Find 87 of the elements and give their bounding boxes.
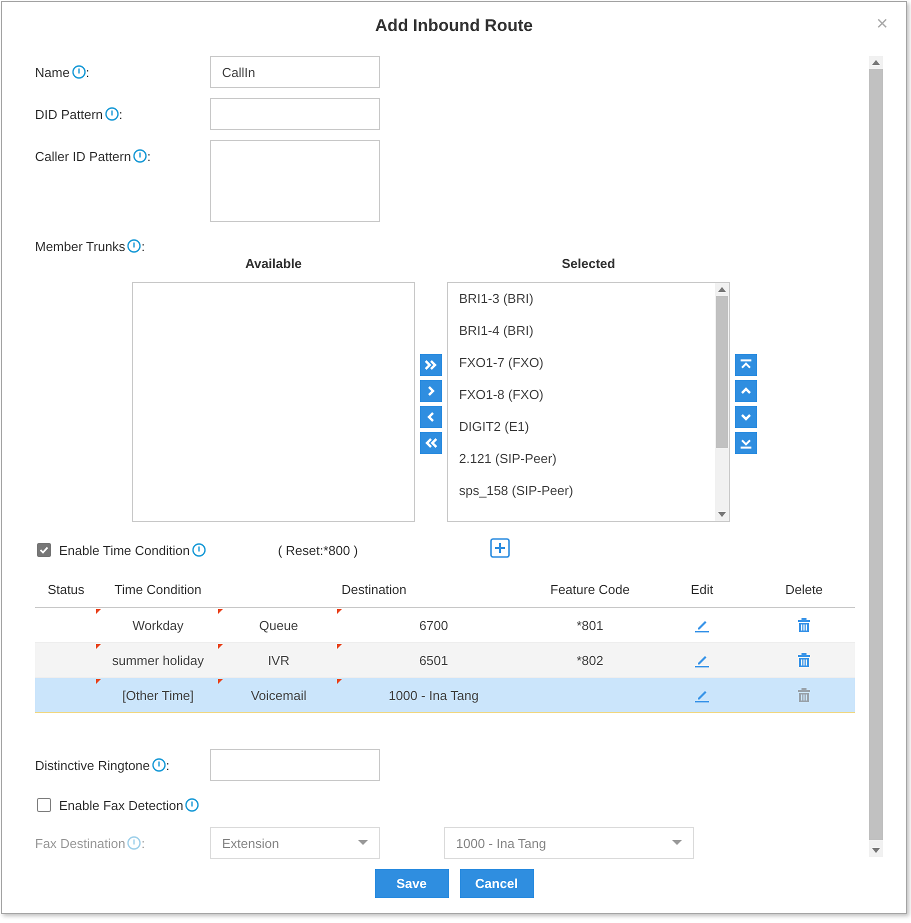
list-heading: Selected: [562, 256, 616, 271]
move-top-button[interactable]: [735, 354, 757, 376]
colon-text: :: [141, 239, 145, 254]
move-all-right-button[interactable]: [420, 354, 442, 376]
checkbox[interactable]: [37, 543, 51, 557]
checkbox-label: Enable Time Condition: [59, 542, 190, 558]
column-header: Status: [35, 572, 97, 608]
corner-marker: [337, 679, 342, 684]
field-label: Member Trunks: [35, 239, 126, 254]
list-item[interactable]: BRI1-4 (BRI): [459, 323, 715, 355]
caret-icon: [358, 840, 368, 846]
checkbox-label: Enable Fax Detection: [59, 798, 184, 812]
move-right-button[interactable]: [420, 380, 442, 402]
column-header: Delete: [753, 572, 855, 608]
move-bottom-button[interactable]: [735, 432, 757, 454]
scroll-down-arrow-icon[interactable]: [872, 848, 880, 853]
list-item[interactable]: DIGIT2 (E1): [459, 419, 715, 451]
corner-marker: [218, 644, 223, 649]
table-cell: summer holiday: [112, 652, 204, 668]
table-cell: *802: [576, 652, 604, 668]
info-icon[interactable]: [192, 543, 206, 557]
list-item[interactable]: FXO1-8 (FXO): [459, 387, 715, 419]
table-cell: 6501: [419, 652, 448, 668]
colon-text: :: [141, 836, 145, 851]
column-header: Destination: [219, 572, 529, 608]
add-icon[interactable]: [490, 538, 510, 558]
corner-marker: [96, 609, 101, 614]
scrollbar[interactable]: [715, 283, 729, 521]
text-area[interactable]: [210, 140, 380, 222]
colon-text: :: [147, 149, 151, 164]
text-input[interactable]: [210, 98, 380, 130]
scroll-up-arrow-icon[interactable]: [718, 287, 726, 292]
checkbox[interactable]: [37, 798, 51, 812]
list-item[interactable]: FXO1-7 (FXO): [459, 355, 715, 387]
field-label: Caller ID Pattern: [35, 149, 132, 164]
scroll-down-arrow-icon[interactable]: [718, 512, 726, 517]
info-icon[interactable]: [152, 758, 166, 772]
list-item[interactable]: BRI1-3 (BRI): [459, 291, 715, 323]
info-icon[interactable]: [133, 149, 148, 163]
colon-text: :: [166, 758, 170, 773]
table-cell: Voicemail: [250, 688, 306, 702]
field-label: Distinctive Ringtone: [35, 758, 150, 773]
table-cell: *801: [576, 618, 604, 632]
table-cell: 6700: [419, 618, 448, 632]
list-heading: Available: [245, 256, 302, 271]
move-up-button[interactable]: [735, 380, 757, 402]
corner-marker: [337, 644, 342, 649]
info-icon[interactable]: [72, 65, 86, 79]
text-input[interactable]: [210, 749, 380, 781]
column-header: Time Condition: [97, 572, 219, 608]
move-down-button[interactable]: [735, 406, 757, 428]
table-cell: 1000 - Ina Tang: [388, 688, 479, 702]
corner-marker: [337, 609, 342, 614]
corner-marker: [218, 609, 223, 614]
corner-marker: [96, 644, 101, 649]
scroll-up-arrow-icon[interactable]: [872, 60, 880, 65]
table-cell: IVR: [268, 652, 290, 668]
column-header: Feature Code: [529, 572, 651, 608]
info-icon[interactable]: [127, 239, 142, 253]
list-item[interactable]: 2.121 (SIP-Peer): [459, 451, 715, 483]
selected-list[interactable]: BRI1-3 (BRI) BRI1-4 (BRI) FXO1-7 (FXO) FXO1-8 (FXO) DIGIT2 (E1) 2.121 (SIP-Peer) sps_158 (SIP-Peer): [447, 282, 730, 522]
column-header: Edit: [651, 572, 753, 608]
move-left-button[interactable]: [420, 406, 442, 428]
reset-code-text: ( Reset:*800 ): [278, 542, 358, 558]
trash-icon[interactable]: [796, 652, 812, 668]
table-row[interactable]: summer holiday IVR 6501 *802: [35, 642, 855, 678]
move-all-left-button[interactable]: [420, 432, 442, 454]
list-item[interactable]: sps_158 (SIP-Peer): [459, 483, 715, 515]
trash-icon[interactable]: [796, 617, 812, 634]
colon-text: :: [86, 65, 90, 80]
scrollbar[interactable]: [869, 56, 883, 857]
table-cell: [Other Time]: [122, 688, 194, 702]
text-input[interactable]: CallIn: [210, 56, 380, 88]
field-label: Fax Destination: [35, 836, 126, 851]
field-label: Name: [35, 65, 70, 80]
table-row[interactable]: [Other Time] Voicemail 1000 - Ina Tang: [35, 678, 855, 712]
info-icon[interactable]: [127, 836, 142, 850]
corner-marker: [218, 679, 223, 684]
field-label: DID Pattern: [35, 107, 103, 122]
dialog-title: Add Inbound Route: [375, 16, 533, 36]
colon-text: :: [118, 107, 123, 122]
table-cell: Queue: [259, 618, 298, 632]
info-icon[interactable]: [104, 107, 119, 121]
info-icon[interactable]: [185, 798, 200, 812]
table-cell: Workday: [132, 618, 184, 632]
caret-icon: [672, 840, 682, 846]
corner-marker: [96, 679, 101, 684]
